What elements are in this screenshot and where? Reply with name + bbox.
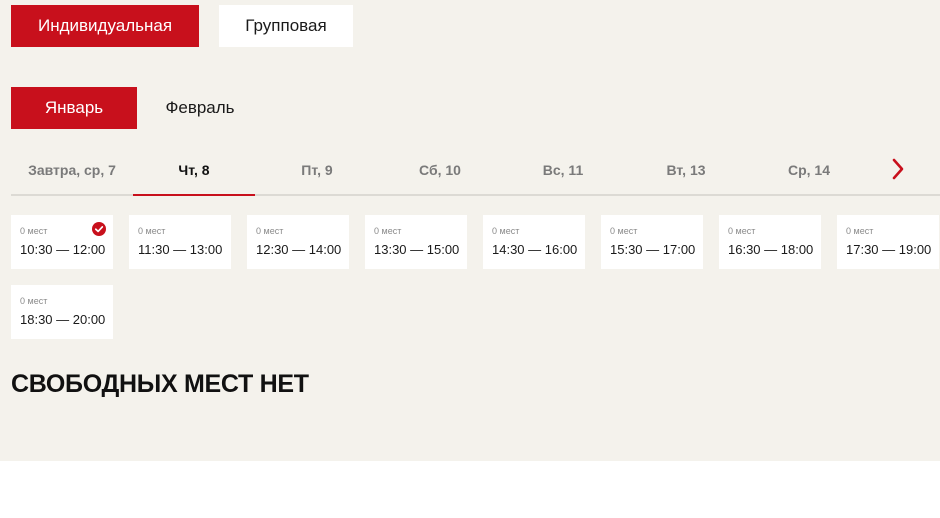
individual-type-button[interactable]: Индивидуальная <box>11 5 199 47</box>
time-slot[interactable]: 0 мест 18:30 — 20:00 <box>11 285 113 339</box>
slot-time: 18:30 — 20:00 <box>20 312 106 327</box>
chevron-right-icon <box>892 158 904 180</box>
day-tab[interactable]: Завтра, ср, 7 <box>11 146 133 194</box>
month-tab-february[interactable]: Февраль <box>137 87 263 129</box>
slot-time: 17:30 — 19:00 <box>846 242 932 257</box>
day-tab[interactable]: Ср, 14 <box>748 146 870 194</box>
no-seats-heading: СВОБОДНЫХ МЕСТ НЕТ <box>11 370 309 398</box>
slot-seats-count: 0 мест <box>610 226 638 236</box>
slot-seats-count: 0 мест <box>728 226 756 236</box>
day-tab-active[interactable]: Чт, 8 <box>133 146 255 196</box>
month-tab-january[interactable]: Январь <box>11 87 137 129</box>
day-tab[interactable]: Вс, 11 <box>502 146 624 194</box>
group-type-button[interactable]: Групповая <box>219 5 353 47</box>
time-slot[interactable]: 0 мест 13:30 — 15:00 <box>365 215 467 269</box>
slot-seats-count: 0 мест <box>20 296 48 306</box>
slot-time: 10:30 — 12:00 <box>20 242 106 257</box>
slot-seats-count: 0 мест <box>846 226 874 236</box>
slot-time: 15:30 — 17:00 <box>610 242 696 257</box>
booking-panel: Индивидуальная Групповая Январь Февраль … <box>0 0 940 461</box>
time-slot[interactable]: 0 мест 11:30 — 13:00 <box>129 215 231 269</box>
slot-time: 13:30 — 15:00 <box>374 242 460 257</box>
time-slot[interactable]: 0 мест 14:30 — 16:00 <box>483 215 585 269</box>
slot-time: 16:30 — 18:00 <box>728 242 814 257</box>
next-days-button[interactable] <box>883 150 913 188</box>
time-slot[interactable]: 0 мест 16:30 — 18:00 <box>719 215 821 269</box>
slot-seats-count: 0 мест <box>374 226 402 236</box>
day-tab[interactable]: Сб, 10 <box>379 146 501 194</box>
day-tab[interactable]: Пт, 9 <box>256 146 378 194</box>
slot-seats-count: 0 мест <box>20 226 48 236</box>
booking-page: Индивидуальная Групповая Январь Февраль … <box>0 0 940 518</box>
slot-seats-count: 0 мест <box>256 226 284 236</box>
slot-seats-count: 0 мест <box>492 226 520 236</box>
slot-time: 11:30 — 13:00 <box>138 242 223 257</box>
time-slot[interactable]: 0 мест 17:30 — 19:00 <box>837 215 939 269</box>
slot-time: 14:30 — 16:00 <box>492 242 578 257</box>
check-icon <box>92 222 106 236</box>
day-tabs: Завтра, ср, 7 Чт, 8 Пт, 9 Сб, 10 Вс, 11 … <box>11 146 940 196</box>
slot-seats-count: 0 мест <box>138 226 166 236</box>
time-slot[interactable]: 0 мест 10:30 — 12:00 <box>11 215 113 269</box>
slot-time: 12:30 — 14:00 <box>256 242 342 257</box>
time-slot[interactable]: 0 мест 12:30 — 14:00 <box>247 215 349 269</box>
time-slot[interactable]: 0 мест 15:30 — 17:00 <box>601 215 703 269</box>
day-tab[interactable]: Вт, 13 <box>625 146 747 194</box>
